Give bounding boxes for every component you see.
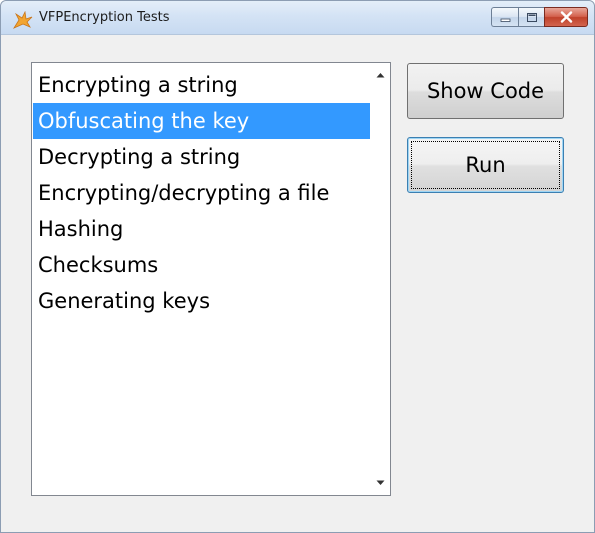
list-item[interactable]: Encrypting/decrypting a file <box>33 175 371 211</box>
minimize-icon <box>500 8 511 27</box>
show-code-label: Show Code <box>426 79 545 103</box>
scroll-down-icon[interactable] <box>370 473 390 493</box>
run-button[interactable]: Run <box>407 137 564 193</box>
list-item[interactable]: Decrypting a string <box>33 139 371 175</box>
list-item[interactable]: Generating keys <box>33 283 371 319</box>
list-items: Encrypting a string Obfuscating the key De… <box>33 67 371 319</box>
run-label: Run <box>465 153 506 177</box>
maximize-icon <box>526 8 538 27</box>
show-code-button[interactable]: Show Code <box>407 63 564 119</box>
caption-buttons <box>491 7 588 27</box>
maximize-button[interactable] <box>518 7 544 27</box>
window-title: VFPEncryption Tests <box>39 10 170 25</box>
list-item[interactable]: Encrypting a string <box>33 67 371 103</box>
list-item[interactable]: Checksums <box>33 247 371 283</box>
close-icon <box>560 8 573 27</box>
test-list[interactable]: Encrypting a string Obfuscating the key De… <box>31 62 391 496</box>
list-item[interactable]: Obfuscating the key <box>33 103 371 139</box>
list-item[interactable]: Hashing <box>33 211 371 247</box>
fox-logo-icon <box>12 10 33 29</box>
vertical-scrollbar[interactable] <box>370 63 390 495</box>
scroll-up-icon[interactable] <box>370 65 390 85</box>
app-window: VFPEncryption Tests Encrypting a string O… <box>0 0 595 533</box>
close-button[interactable] <box>544 7 588 27</box>
title-bar[interactable]: VFPEncryption Tests <box>1 1 594 35</box>
minimize-button[interactable] <box>491 7 518 27</box>
